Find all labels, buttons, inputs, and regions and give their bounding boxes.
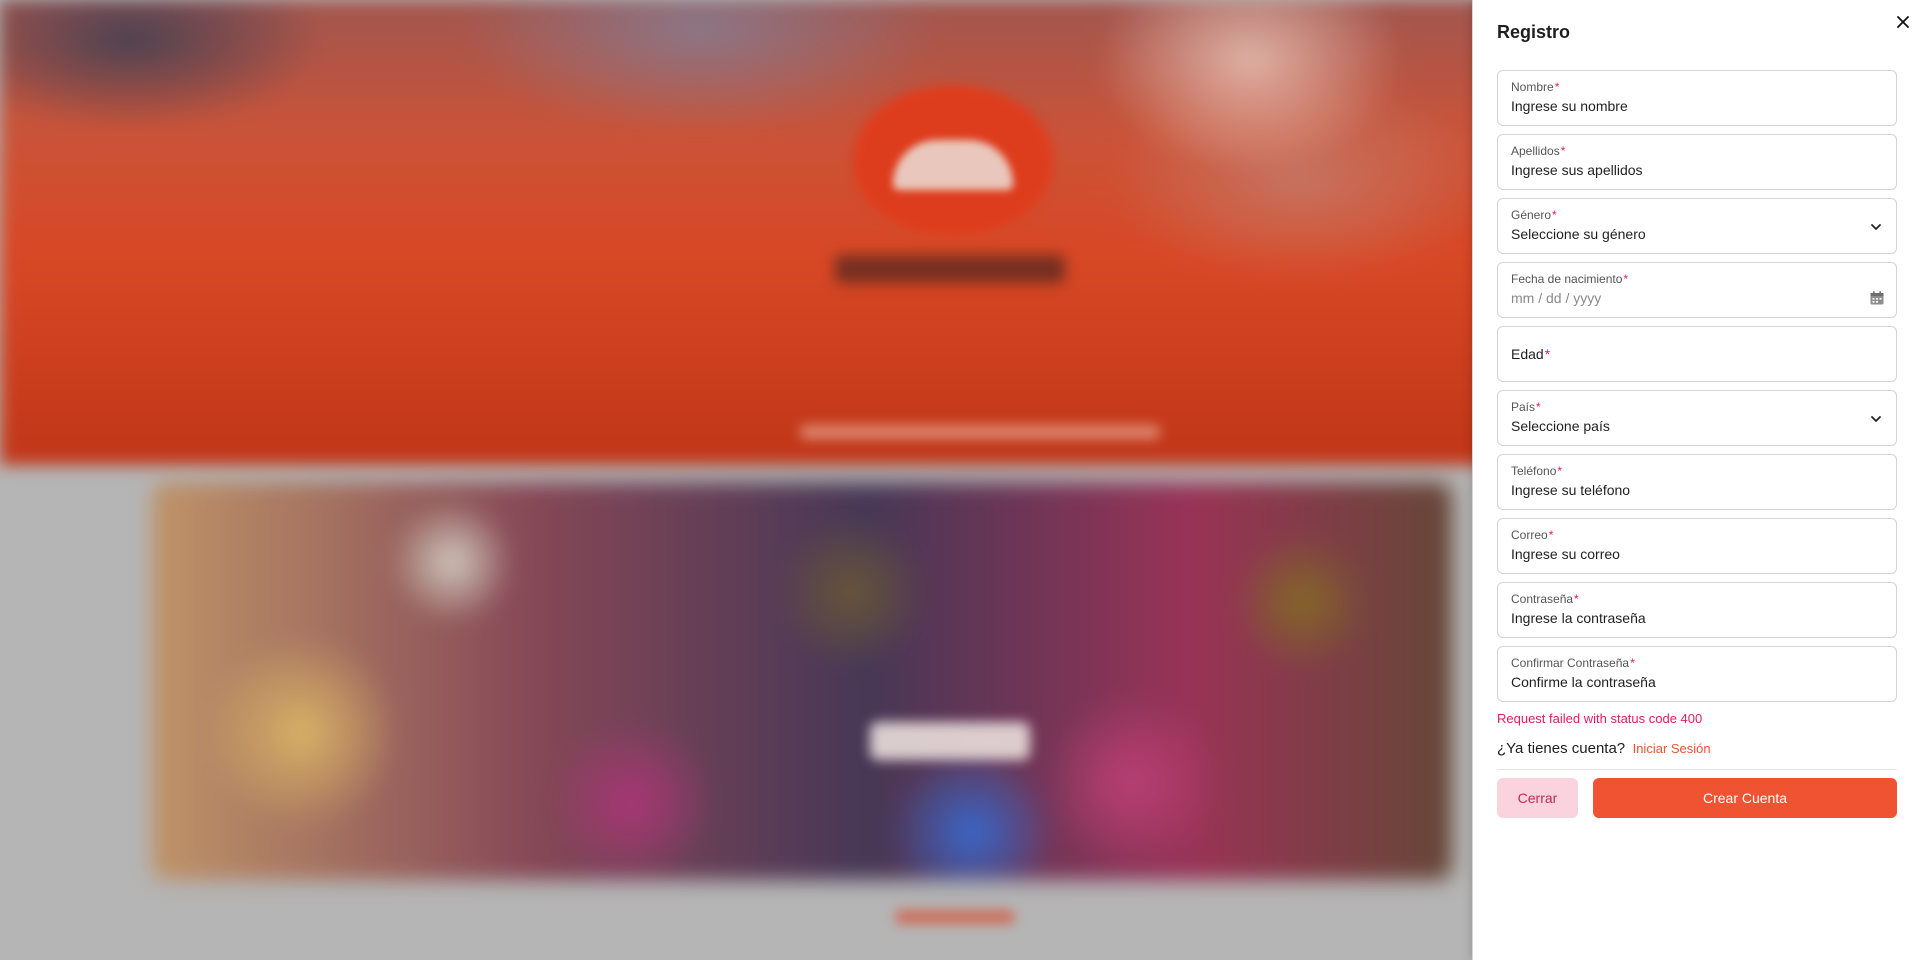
phone-label: Teléfono* (1511, 464, 1563, 478)
password-label: Contraseña* (1511, 592, 1579, 606)
drawer-title: Registro (1497, 22, 1571, 42)
surname-field[interactable]: Apellidos* Ingrese sus apellidos (1497, 134, 1897, 190)
gender-select[interactable]: Género* Seleccione su género (1497, 198, 1897, 254)
surname-input[interactable]: Ingrese sus apellidos (1511, 162, 1643, 178)
confirm-password-input[interactable]: Confirme la contraseña (1511, 674, 1656, 690)
confirm-password-field[interactable]: Confirmar Contraseña* Confirme la contra… (1497, 646, 1897, 702)
name-input[interactable]: Ingrese su nombre (1511, 98, 1628, 114)
login-question: ¿Ya tienes cuenta? (1497, 740, 1626, 757)
login-link[interactable]: Iniciar Sesión (1633, 741, 1711, 756)
country-value[interactable]: Seleccione país (1511, 418, 1610, 434)
phone-input[interactable]: Ingrese su teléfono (1511, 482, 1630, 498)
gender-label: Género* (1511, 208, 1557, 222)
phone-field[interactable]: Teléfono* Ingrese su teléfono (1497, 454, 1897, 510)
calendar-icon[interactable] (1869, 290, 1885, 306)
login-prompt: ¿Ya tienes cuenta? Iniciar Sesión (1497, 740, 1711, 758)
email-label: Correo* (1511, 528, 1554, 542)
email-field[interactable]: Correo* Ingrese su correo (1497, 518, 1897, 574)
country-select[interactable]: País* Seleccione país (1497, 390, 1897, 446)
birthdate-input[interactable]: mm / dd / yyyy (1511, 290, 1601, 306)
error-message: Request failed with status code 400 (1497, 711, 1703, 726)
country-label: País* (1511, 400, 1541, 414)
password-input[interactable]: Ingrese la contraseña (1511, 610, 1646, 626)
name-label: Nombre* (1511, 80, 1560, 94)
chevron-down-icon[interactable] (1869, 220, 1883, 234)
age-label: Edad* (1511, 346, 1551, 362)
close-icon (1897, 16, 1909, 28)
gender-value[interactable]: Seleccione su género (1511, 226, 1646, 242)
close-button[interactable] (1893, 12, 1913, 32)
chevron-down-icon[interactable] (1869, 412, 1883, 426)
email-input[interactable]: Ingrese su correo (1511, 546, 1620, 562)
birthdate-label: Fecha de nacimiento* (1511, 272, 1629, 286)
registration-drawer: Registro Nombre* Ingrese su nombre Apell… (1472, 0, 1920, 960)
surname-label: Apellidos* (1511, 144, 1566, 158)
age-field[interactable]: Edad* (1497, 326, 1897, 382)
password-field[interactable]: Contraseña* Ingrese la contraseña (1497, 582, 1897, 638)
cancel-button[interactable]: Cerrar (1497, 778, 1578, 818)
confirm-password-label: Confirmar Contraseña* (1511, 656, 1635, 670)
name-field[interactable]: Nombre* Ingrese su nombre (1497, 70, 1897, 126)
birthdate-field[interactable]: Fecha de nacimiento* mm / dd / yyyy (1497, 262, 1897, 318)
divider (1497, 769, 1897, 770)
create-account-button[interactable]: Crear Cuenta (1593, 778, 1897, 818)
